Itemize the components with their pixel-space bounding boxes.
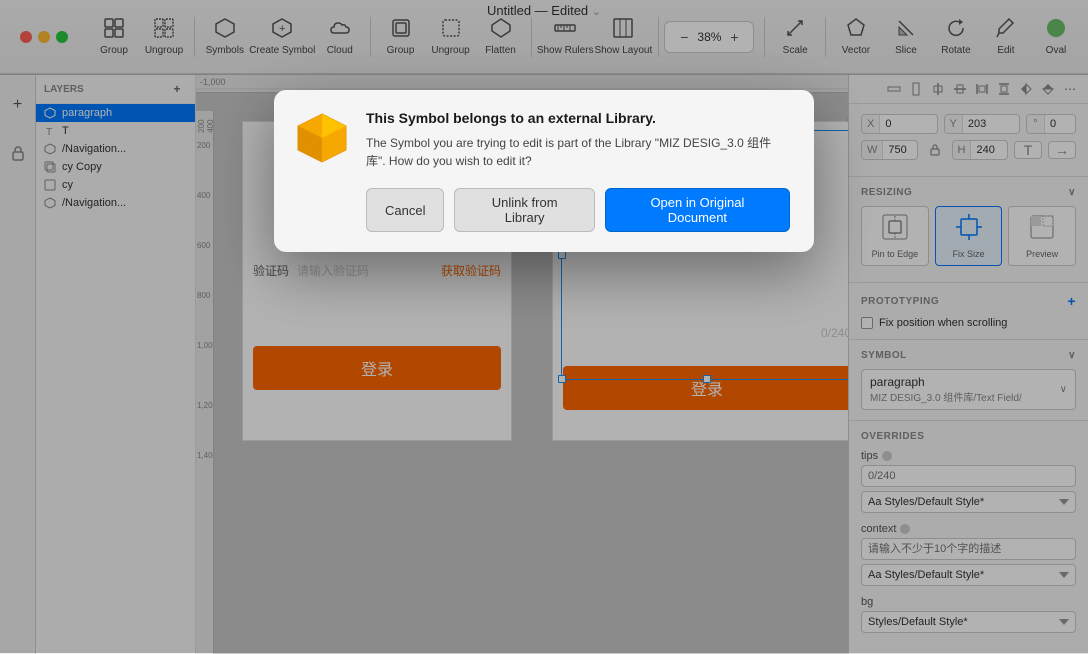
open-in-original-document-button[interactable]: Open in Original Document [605,188,790,232]
modal-dialog: This Symbol belongs to an external Libra… [274,90,814,252]
unlink-from-library-button[interactable]: Unlink from Library [454,188,594,232]
cancel-button[interactable]: Cancel [366,188,444,232]
modal-title: This Symbol belongs to an external Libra… [366,110,790,126]
modal-content: This Symbol belongs to an external Libra… [366,110,790,232]
modal-body: The Symbol you are trying to edit is par… [366,134,790,170]
modal-overlay: This Symbol belongs to an external Libra… [0,0,1088,653]
modal-icon [294,110,350,232]
modal-buttons: Cancel Unlink from Library Open in Origi… [366,188,790,232]
